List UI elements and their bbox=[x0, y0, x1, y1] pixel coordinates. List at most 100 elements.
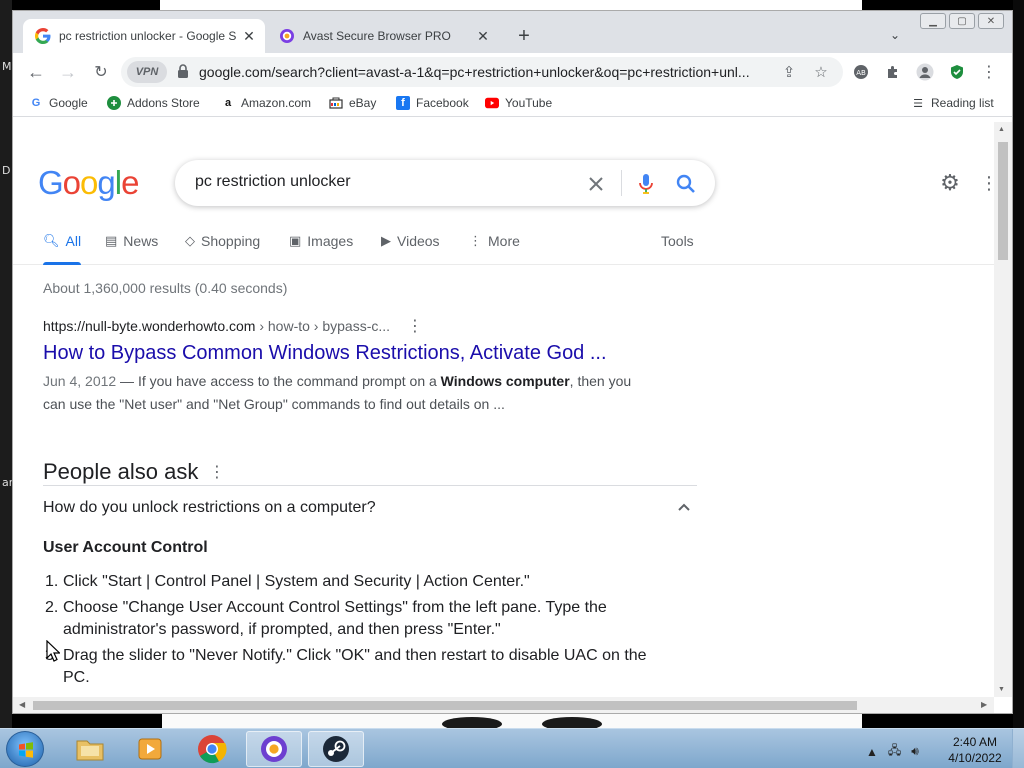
paa-question-text: How do you unlock restrictions on a comp… bbox=[43, 499, 376, 516]
play-icon: ▶ bbox=[381, 233, 391, 248]
bookmark-amazon[interactable]: a Amazon.com bbox=[221, 96, 311, 110]
tools-button[interactable]: Tools bbox=[661, 233, 694, 249]
more-options-icon[interactable]: ⋮ bbox=[980, 172, 994, 194]
taskbar-media-player[interactable] bbox=[122, 731, 178, 767]
bookmark-addons-store[interactable]: Addons Store bbox=[107, 96, 200, 110]
scroll-down-arrow-icon[interactable]: ▼ bbox=[998, 686, 1005, 693]
tab-avast-secure-browser[interactable]: Avast Secure Browser PRO ✕ bbox=[267, 19, 499, 53]
clear-search-icon[interactable] bbox=[585, 173, 607, 195]
new-tab-button[interactable]: + bbox=[513, 25, 535, 47]
tag-icon: ◇ bbox=[185, 233, 195, 248]
result-path: › how-to › bypass-c... bbox=[255, 318, 391, 334]
reading-list-icon: ☰ bbox=[913, 97, 923, 110]
tab-label: News bbox=[123, 233, 159, 249]
scroll-left-arrow-icon[interactable]: ◀ bbox=[19, 700, 25, 709]
scrollbar-thumb[interactable] bbox=[998, 142, 1008, 260]
browser-menu-icon[interactable]: ⋮ bbox=[979, 62, 999, 82]
security-check-icon[interactable] bbox=[947, 62, 967, 82]
search-divider bbox=[621, 170, 622, 196]
network-icon[interactable]: 🖧︎ bbox=[888, 741, 901, 762]
avast-browser-icon bbox=[261, 736, 287, 762]
back-arrow-icon[interactable]: ← bbox=[25, 61, 47, 83]
tab-shopping[interactable]: ◇ Shopping bbox=[185, 233, 260, 249]
tab-news[interactable]: ▤ News bbox=[105, 233, 158, 249]
bookmarks-bar: G Google Addons Store a Amazon.com eBay … bbox=[13, 91, 1012, 117]
tab-more[interactable]: ⋮ More bbox=[469, 233, 520, 249]
reload-icon[interactable]: ↻ bbox=[90, 61, 112, 83]
bookmark-ebay[interactable]: eBay bbox=[329, 96, 376, 110]
vpn-badge-icon[interactable]: VPN bbox=[127, 61, 167, 83]
tab-strip: pc restriction unlocker - Google S ✕ Ava… bbox=[13, 11, 1012, 53]
close-window-button[interactable]: ✕ bbox=[978, 13, 1004, 29]
taskbar-file-explorer[interactable] bbox=[62, 731, 118, 767]
taskbar-chrome[interactable] bbox=[184, 731, 240, 767]
system-clock[interactable]: 2:40 AM 4/10/2022 bbox=[940, 734, 1010, 766]
minimize-button[interactable]: ▁ bbox=[920, 13, 946, 29]
scrollbar-thumb[interactable] bbox=[33, 701, 857, 710]
scroll-up-arrow-icon[interactable]: ▲ bbox=[998, 126, 1005, 133]
taskbar-avast-browser[interactable] bbox=[246, 731, 302, 767]
chevron-up-icon[interactable] bbox=[677, 499, 691, 515]
result-title-link[interactable]: How to Bypass Common Windows Restriction… bbox=[43, 342, 607, 365]
bookmark-label: Amazon.com bbox=[241, 96, 312, 110]
taskbar-steam[interactable] bbox=[308, 731, 364, 767]
profile-avatar-icon[interactable] bbox=[915, 62, 935, 82]
bookmark-youtube[interactable]: YouTube bbox=[485, 96, 552, 110]
forward-arrow-icon[interactable]: → bbox=[57, 61, 79, 83]
search-small-icon: 🔍︎ bbox=[43, 233, 60, 248]
reading-list-button[interactable]: ☰ Reading list bbox=[911, 96, 994, 110]
maximize-button[interactable]: ▢ bbox=[949, 13, 975, 29]
search-nav-tabs: 🔍︎ All ▤ News ◇ Shopping ▣ Images ▶ Vide… bbox=[13, 222, 994, 265]
search-input[interactable]: pc restriction unlocker bbox=[195, 173, 351, 191]
tab-label: Shopping bbox=[201, 233, 261, 249]
voice-search-mic-icon[interactable] bbox=[635, 173, 657, 195]
start-button[interactable] bbox=[6, 731, 44, 767]
horizontal-scrollbar[interactable]: ◀ ▶ bbox=[13, 697, 994, 713]
steam-icon bbox=[323, 736, 349, 762]
answer-steps: 1. Click "Start | Control Panel | System … bbox=[43, 571, 663, 693]
bookmark-star-icon[interactable]: ☆ bbox=[811, 62, 831, 82]
about-result-icon[interactable]: ⋮ bbox=[407, 316, 423, 336]
svg-text:AB: AB bbox=[856, 69, 866, 77]
folder-icon bbox=[76, 740, 104, 761]
settings-gear-icon[interactable]: ⚙ bbox=[937, 170, 963, 196]
clock-time: 2:40 AM bbox=[952, 735, 998, 749]
tab-google-search[interactable]: pc restriction unlocker - Google S ✕ bbox=[23, 19, 265, 53]
paa-question[interactable]: How do you unlock restrictions on a comp… bbox=[43, 485, 697, 531]
vertical-scrollbar[interactable]: ▲ ▼ bbox=[994, 122, 1012, 697]
lock-icon[interactable] bbox=[177, 64, 189, 78]
show-hidden-icons-icon[interactable]: ▲ bbox=[866, 745, 878, 759]
search-box[interactable]: pc restriction unlocker bbox=[175, 160, 715, 206]
bookmark-facebook[interactable]: f Facebook bbox=[396, 96, 469, 110]
bookmark-label: YouTube bbox=[505, 96, 553, 110]
system-tray: ▲ 🖧︎ 🔊︎ bbox=[866, 741, 919, 762]
desktop-right-strip bbox=[1013, 0, 1024, 728]
paa-options-icon[interactable]: ⋮ bbox=[209, 462, 225, 482]
google-logo[interactable]: Google bbox=[38, 164, 139, 202]
news-icon: ▤ bbox=[105, 233, 118, 248]
close-tab-icon[interactable]: ✕ bbox=[473, 26, 493, 46]
result-date: Jun 4, 2012 bbox=[43, 373, 117, 389]
amazon-icon: a bbox=[224, 97, 232, 109]
url-text[interactable]: google.com/search?client=avast-a-1&q=pc+… bbox=[199, 64, 769, 80]
close-tab-icon[interactable]: ✕ bbox=[239, 26, 259, 46]
bookmark-google[interactable]: G Google bbox=[29, 96, 88, 110]
tab-label: Videos bbox=[397, 233, 440, 249]
address-bar[interactable]: VPN google.com/search?client=avast-a-1&q… bbox=[121, 57, 843, 87]
adblock-shield-icon[interactable]: AB bbox=[851, 62, 871, 82]
search-icon[interactable] bbox=[675, 173, 697, 195]
show-desktop-button[interactable] bbox=[1012, 729, 1024, 768]
scroll-right-arrow-icon[interactable]: ▶ bbox=[981, 700, 987, 709]
windows-logo-icon bbox=[19, 742, 33, 758]
mouse-cursor-icon bbox=[46, 640, 60, 662]
google-g-icon: G bbox=[31, 97, 41, 109]
volume-icon[interactable]: 🔊︎ bbox=[911, 744, 919, 759]
snippet-bold: Windows computer bbox=[440, 373, 570, 389]
tab-search-chevron-icon[interactable]: ⌄ bbox=[885, 25, 905, 45]
share-icon[interactable]: ⇪ bbox=[779, 62, 799, 82]
extensions-puzzle-icon[interactable] bbox=[883, 62, 903, 82]
tab-all[interactable]: 🔍︎ All bbox=[43, 233, 81, 249]
tab-videos[interactable]: ▶ Videos bbox=[381, 233, 440, 249]
result-url[interactable]: https://null-byte.wonderhowto.com › how-… bbox=[43, 318, 390, 334]
tab-images[interactable]: ▣ Images bbox=[289, 233, 353, 249]
